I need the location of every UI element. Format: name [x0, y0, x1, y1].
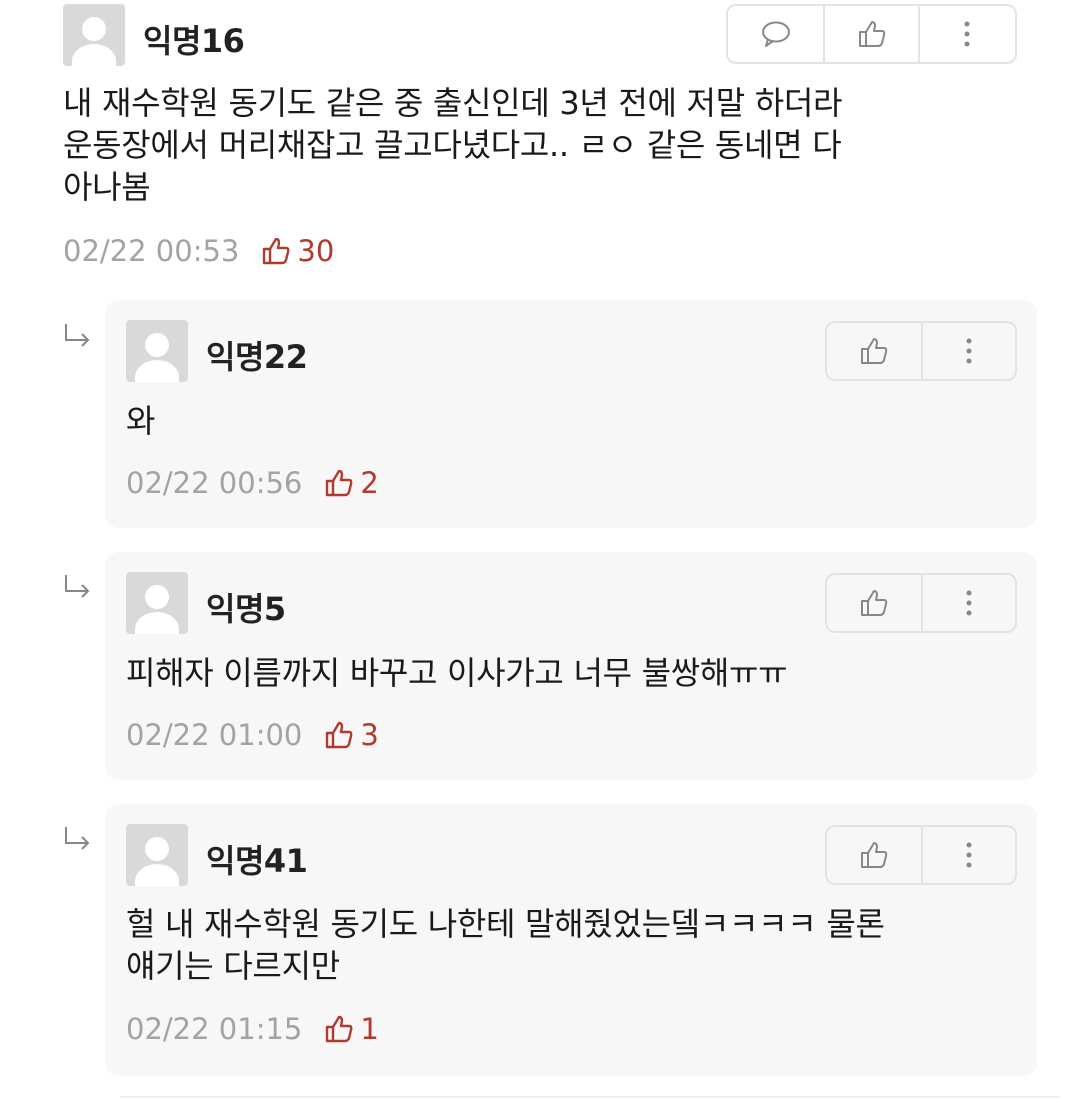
more-vertical-icon — [966, 842, 972, 868]
like-button[interactable] — [827, 827, 921, 883]
reply-author[interactable]: 익명5 — [206, 584, 286, 630]
timestamp: 02/22 01:00 — [126, 718, 303, 752]
avatar[interactable] — [126, 320, 188, 382]
thumbs-up-icon — [326, 469, 353, 497]
more-button[interactable] — [918, 6, 1013, 62]
like-button[interactable] — [823, 6, 918, 62]
reply-author[interactable]: 익명41 — [206, 836, 308, 882]
like-count: 30 — [261, 234, 334, 268]
more-vertical-icon — [966, 590, 972, 616]
reply-item: 익명22 와 02/22 00:56 2 — [105, 300, 1037, 528]
more-button[interactable] — [920, 575, 1015, 631]
more-vertical-icon — [964, 21, 969, 47]
reply-actions — [825, 321, 1017, 381]
reply-actions — [825, 825, 1017, 885]
comment-meta: 02/22 00:53 30 — [63, 234, 334, 268]
reply-meta: 02/22 00:56 2 — [126, 466, 379, 500]
timestamp: 02/22 00:56 — [126, 466, 303, 500]
like-button[interactable] — [827, 323, 921, 379]
comment-actions — [726, 4, 1017, 64]
reply-body: 헐 내 재수학원 동기도 나한테 말해줬었는뎈ㅋㅋㅋㅋ 물론 얘기는 다르지만 — [126, 905, 885, 985]
reply-item: 익명41 헐 내 재수학원 동기도 나한테 말해줬었는뎈ㅋㅋㅋㅋ 물론 얘기는 … — [105, 804, 1037, 1076]
reply-author[interactable]: 익명22 — [206, 332, 308, 378]
divider — [120, 1096, 1060, 1098]
reply-arrow-icon — [65, 324, 90, 347]
thumbs-up-icon — [860, 842, 888, 868]
avatar[interactable] — [63, 4, 125, 66]
timestamp: 02/22 00:53 — [63, 234, 240, 268]
like-count: 1 — [324, 1012, 379, 1046]
like-count: 3 — [324, 718, 379, 752]
reply-item: 익명5 피해자 이름까지 바꾸고 이사가고 너무 불쌍해ㅠㅠ 02/22 01:… — [105, 552, 1037, 780]
more-button[interactable] — [920, 323, 1015, 379]
reply-bubble-icon — [761, 21, 790, 47]
comment-body: 내 재수학원 동기도 같은 중 출신인데 3년 전에 저말 하더라 운동장에서 … — [63, 84, 843, 206]
more-button[interactable] — [920, 827, 1015, 883]
reply-arrow-icon — [65, 575, 90, 598]
thumbs-up-icon — [326, 721, 353, 749]
thumbs-up-icon — [860, 338, 888, 364]
thumbs-up-icon — [858, 21, 885, 47]
thumbs-up-icon — [263, 237, 290, 265]
avatar[interactable] — [126, 572, 188, 634]
more-vertical-icon — [966, 338, 972, 364]
reply-meta: 02/22 01:15 1 — [126, 1012, 379, 1046]
avatar[interactable] — [126, 824, 188, 886]
comment-author[interactable]: 익명16 — [143, 16, 245, 62]
reply-button[interactable] — [728, 6, 823, 62]
reply-arrow-icon — [65, 827, 90, 850]
like-button[interactable] — [827, 575, 921, 631]
reply-body: 와 — [126, 402, 156, 440]
reply-body: 피해자 이름까지 바꾸고 이사가고 너무 불쌍해ㅠㅠ — [126, 654, 788, 692]
reply-meta: 02/22 01:00 3 — [126, 718, 379, 752]
like-count: 2 — [324, 466, 379, 500]
reply-actions — [825, 573, 1017, 633]
thumbs-up-icon — [326, 1015, 353, 1043]
timestamp: 02/22 01:15 — [126, 1012, 303, 1046]
thumbs-up-icon — [860, 590, 888, 616]
